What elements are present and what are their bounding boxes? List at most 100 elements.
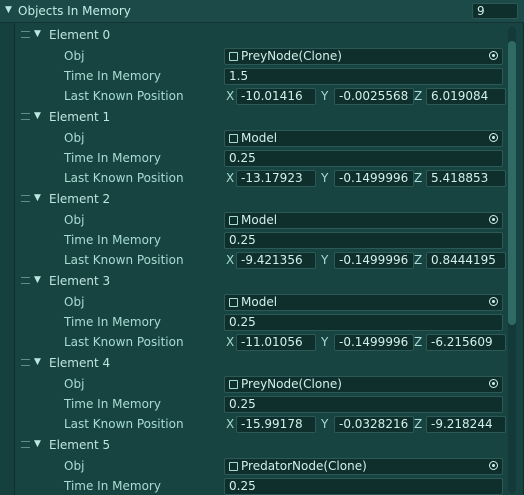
obj-value: PreyNode(Clone) (241, 49, 342, 63)
obj-value: Model (241, 295, 278, 309)
time-in-memory-field[interactable]: 0.25 (224, 396, 503, 413)
element-label: Element 0 (49, 28, 111, 42)
object-picker-icon[interactable] (489, 461, 498, 470)
element-label: Element 3 (49, 274, 111, 288)
vertical-scrollbar[interactable] (508, 27, 516, 493)
x-axis-label: X (226, 417, 235, 431)
obj-label: Obj (64, 213, 85, 227)
position-z-field[interactable]: 5.418853 (426, 170, 506, 187)
drag-handle-icon[interactable] (21, 359, 30, 366)
time-in-memory-label: Time In Memory (64, 69, 161, 83)
obj-field[interactable]: Model (224, 212, 503, 229)
time-in-memory-field[interactable]: 0.25 (224, 232, 503, 249)
list-item: ▼ Element 5 Obj PredatorNode(Clone) Time… (15, 433, 505, 495)
z-axis-label: Z (414, 335, 423, 349)
position-y-field[interactable]: -0.1499996 (334, 334, 414, 351)
object-picker-icon[interactable] (489, 133, 498, 142)
time-in-memory-field[interactable]: 0.25 (224, 150, 503, 167)
cube-icon (229, 52, 238, 61)
obj-field[interactable]: PreyNode(Clone) (224, 376, 503, 393)
time-in-memory-field[interactable]: 1.5 (224, 68, 503, 85)
time-in-memory-field[interactable]: 0.25 (224, 314, 503, 331)
last-known-position-label: Last Known Position (64, 335, 184, 349)
y-axis-label: Y (321, 253, 329, 267)
time-in-memory-field[interactable]: 0.25 (224, 478, 503, 495)
y-axis-label: Y (321, 335, 329, 349)
y-axis-label: Y (321, 171, 329, 185)
position-x-field[interactable]: -11.01056 (236, 334, 316, 351)
obj-label: Obj (64, 459, 85, 473)
array-size-field[interactable]: 9 (472, 3, 518, 19)
position-x-field[interactable]: -15.99178 (236, 416, 316, 433)
drag-handle-icon[interactable] (21, 31, 30, 38)
cube-icon (229, 380, 238, 389)
z-axis-label: Z (414, 171, 423, 185)
z-axis-label: Z (414, 89, 423, 103)
list-item: ▼ Element 0 Obj PreyNode(Clone) Time In … (15, 23, 506, 105)
time-in-memory-label: Time In Memory (64, 479, 161, 493)
last-known-position-label: Last Known Position (64, 89, 184, 103)
position-y-field[interactable]: -0.1499996 (334, 252, 414, 269)
position-z-field[interactable]: -9.218244 (426, 416, 506, 433)
list-item: ▼ Element 2 Obj Model Time In Memory 0.2… (15, 187, 506, 269)
x-axis-label: X (226, 335, 235, 349)
x-axis-label: X (226, 171, 235, 185)
triangle-down-icon[interactable]: ▼ (34, 439, 41, 449)
list-item: ▼ Element 3 Obj Model Time In Memory 0.2… (15, 269, 506, 351)
position-z-field[interactable]: -6.215609 (426, 334, 506, 351)
object-picker-icon[interactable] (489, 379, 498, 388)
triangle-down-icon[interactable]: ▼ (34, 111, 41, 121)
obj-value: PredatorNode(Clone) (241, 459, 367, 473)
object-picker-icon[interactable] (489, 51, 498, 60)
drag-handle-icon[interactable] (21, 277, 30, 284)
cube-icon (229, 298, 238, 307)
position-x-field[interactable]: -10.01416 (236, 88, 316, 105)
drag-handle-icon[interactable] (21, 113, 30, 120)
x-axis-label: X (226, 253, 235, 267)
triangle-down-icon[interactable]: ▼ (34, 357, 41, 367)
time-in-memory-label: Time In Memory (64, 397, 161, 411)
triangle-down-icon[interactable]: ▼ (34, 275, 41, 285)
position-z-field[interactable]: 6.019084 (426, 88, 506, 105)
position-x-field[interactable]: -13.17923 (236, 170, 316, 187)
objects-in-memory-header[interactable]: ▼ Objects In Memory 9 (0, 0, 524, 23)
triangle-down-icon[interactable]: ▼ (34, 29, 41, 39)
position-z-field[interactable]: 0.8444195 (426, 252, 506, 269)
time-in-memory-label: Time In Memory (64, 151, 161, 165)
y-axis-label: Y (321, 417, 329, 431)
obj-label: Obj (64, 131, 85, 145)
object-picker-icon[interactable] (489, 297, 498, 306)
drag-handle-icon[interactable] (21, 195, 30, 202)
obj-label: Obj (64, 49, 85, 63)
object-picker-icon[interactable] (489, 215, 498, 224)
drag-handle-icon[interactable] (21, 441, 30, 448)
obj-value: Model (241, 213, 278, 227)
obj-field[interactable]: PredatorNode(Clone) (224, 458, 503, 475)
position-y-field[interactable]: -0.0328216 (334, 416, 414, 433)
position-y-field[interactable]: -0.0025568 (334, 88, 414, 105)
triangle-down-icon[interactable]: ▼ (34, 193, 41, 203)
scrollbar-thumb[interactable] (508, 41, 516, 325)
obj-value: PreyNode(Clone) (241, 377, 342, 391)
z-axis-label: Z (414, 253, 423, 267)
y-axis-label: Y (321, 89, 329, 103)
triangle-down-icon[interactable]: ▼ (5, 5, 12, 15)
obj-field[interactable]: Model (224, 294, 503, 311)
objects-in-memory-list: ▼ Element 0 Obj PreyNode(Clone) Time In … (14, 23, 524, 495)
list-item: ▼ Element 4 Obj PreyNode(Clone) Time In … (15, 351, 506, 433)
obj-label: Obj (64, 377, 85, 391)
position-x-field[interactable]: -9.421356 (236, 252, 316, 269)
obj-field[interactable]: Model (224, 130, 503, 147)
element-label: Element 1 (49, 110, 111, 124)
element-label: Element 4 (49, 356, 111, 370)
time-in-memory-label: Time In Memory (64, 315, 161, 329)
obj-label: Obj (64, 295, 85, 309)
element-label: Element 5 (49, 438, 111, 452)
last-known-position-label: Last Known Position (64, 417, 184, 431)
cube-icon (229, 216, 238, 225)
obj-field[interactable]: PreyNode(Clone) (224, 48, 503, 65)
last-known-position-label: Last Known Position (64, 171, 184, 185)
position-y-field[interactable]: -0.1499996 (334, 170, 414, 187)
element-label: Element 2 (49, 192, 111, 206)
obj-value: Model (241, 131, 278, 145)
